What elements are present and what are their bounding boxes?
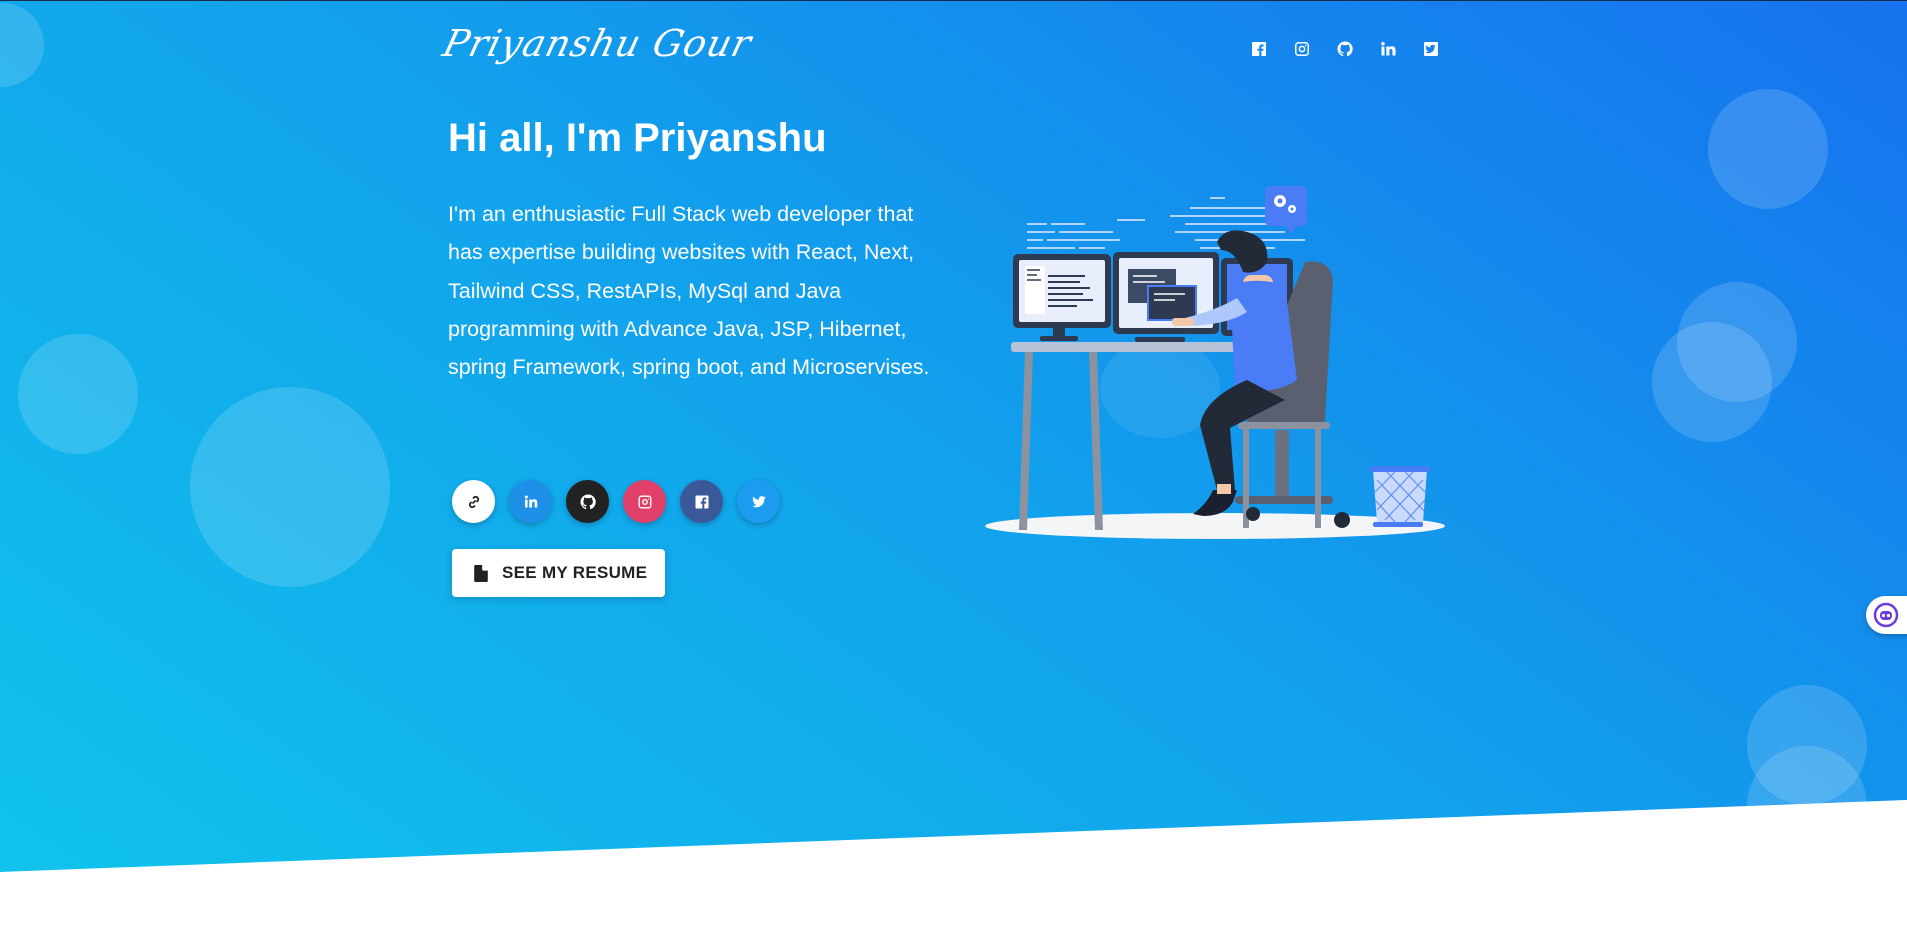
- decor-bubble: [1652, 322, 1772, 442]
- decor-bubble: [190, 387, 390, 587]
- gear-badge: [1265, 186, 1307, 226]
- hero-greeting: Hi all, I'm Priyanshu: [448, 116, 827, 160]
- decor-bubble: [1708, 89, 1828, 209]
- website-link-button[interactable]: [452, 480, 495, 523]
- decor-bubble: [1747, 746, 1867, 866]
- see-resume-button[interactable]: SEE MY RESUME: [452, 549, 665, 597]
- facebook-icon: [695, 495, 708, 508]
- decor-bubble: [0, 3, 44, 87]
- decor-bubble: [18, 334, 138, 454]
- code-lines-decor: [1027, 197, 1305, 249]
- link-icon: [468, 495, 479, 508]
- see-resume-label: SEE MY RESUME: [502, 563, 648, 582]
- top-social-nav: [1250, 40, 1440, 58]
- trash-bin: [1370, 466, 1430, 527]
- linkedin-button[interactable]: [509, 480, 552, 523]
- social-buttons: [452, 480, 780, 523]
- linkedin-icon[interactable]: [1379, 40, 1397, 58]
- github-button[interactable]: [566, 480, 609, 523]
- hero-background: [0, 0, 1907, 872]
- chat-widget-button[interactable]: [1866, 596, 1907, 634]
- linkedin-icon: [524, 495, 537, 507]
- chat-bot-icon: [1873, 602, 1899, 628]
- desk-legs: [1019, 352, 1103, 530]
- twitter-button[interactable]: [737, 480, 780, 523]
- center-monitor: [1113, 252, 1219, 342]
- instagram-icon[interactable]: [1293, 40, 1311, 58]
- github-icon[interactable]: [1336, 40, 1354, 58]
- instagram-button[interactable]: [623, 480, 666, 523]
- site-logo[interactable]: Priyanshu Gour: [439, 22, 757, 65]
- instagram-icon: [638, 495, 651, 508]
- left-monitor: [1013, 254, 1111, 341]
- twitter-icon: [751, 495, 766, 507]
- facebook-button[interactable]: [680, 480, 723, 523]
- hero-intro: I'm an enthusiastic Full Stack web devel…: [448, 202, 930, 380]
- github-icon: [580, 493, 596, 509]
- facebook-icon[interactable]: [1250, 40, 1268, 58]
- developer-illustration: [985, 186, 1445, 539]
- document-icon: [474, 564, 488, 582]
- twitter-icon[interactable]: [1422, 40, 1440, 58]
